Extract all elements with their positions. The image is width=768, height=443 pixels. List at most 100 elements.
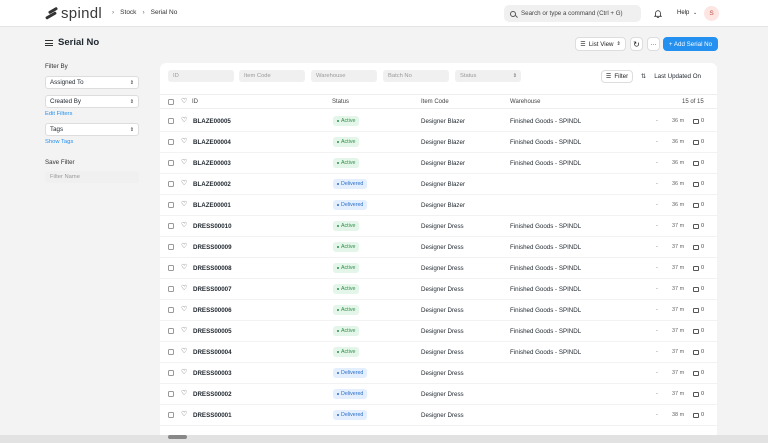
comment-count[interactable]: 0	[693, 160, 704, 166]
status-filter-select[interactable]: Status ⇕	[455, 70, 521, 82]
row-checkbox[interactable]	[168, 412, 174, 418]
row-id-link[interactable]: DRESS00002	[193, 391, 232, 398]
more-actions-button[interactable]: ···	[647, 37, 660, 51]
comment-count[interactable]: 0	[693, 202, 704, 208]
row-id-link[interactable]: BLAZE00005	[193, 118, 231, 125]
table-row[interactable]: ♡ BLAZE00005 Active Designer Blazer Finished…	[160, 111, 717, 132]
comment-count[interactable]: 0	[693, 286, 704, 292]
heart-icon[interactable]: ♡	[181, 285, 187, 292]
row-checkbox[interactable]	[168, 118, 174, 124]
sort-selector[interactable]: ⇅ Last Updated On	[641, 73, 701, 80]
comment-count[interactable]: 0	[693, 412, 704, 418]
row-id-link[interactable]: BLAZE00002	[193, 181, 231, 188]
table-row[interactable]: ♡ BLAZE00001 Delivered Designer Blazer - 36 m…	[160, 195, 717, 216]
show-tags-link[interactable]: Show Tags	[45, 139, 139, 145]
scrollbar-thumb[interactable]	[168, 435, 187, 439]
table-row[interactable]: ♡ DRESS00008 Active Designer Dress Finished …	[160, 258, 717, 279]
comment-count[interactable]: 0	[693, 328, 704, 334]
table-row[interactable]: ♡ DRESS00001 Delivered Designer Dress - 38 m 0	[160, 405, 717, 426]
help-dropdown[interactable]: Help ⌄	[677, 10, 697, 16]
row-id-link[interactable]: BLAZE00003	[193, 160, 231, 167]
row-id-link[interactable]: BLAZE00001	[193, 202, 231, 209]
heart-icon[interactable]: ♡	[181, 138, 187, 145]
table-row[interactable]: ♡ DRESS00004 Active Designer Dress Finished …	[160, 342, 717, 363]
heart-icon[interactable]: ♡	[181, 369, 187, 376]
breadcrumb-stock[interactable]: Stock	[120, 9, 136, 16]
row-checkbox[interactable]	[168, 307, 174, 313]
bell-icon[interactable]	[654, 9, 662, 18]
row-id-link[interactable]: DRESS00008	[193, 265, 232, 272]
id-filter-input[interactable]: ID	[168, 70, 234, 82]
comment-count[interactable]: 0	[693, 181, 704, 187]
row-checkbox[interactable]	[168, 160, 174, 166]
breadcrumb-serial-no[interactable]: Serial No	[151, 9, 178, 16]
table-row[interactable]: ♡ BLAZE00004 Active Designer Blazer Finished…	[160, 132, 717, 153]
row-checkbox[interactable]	[168, 139, 174, 145]
comment-count[interactable]: 0	[693, 223, 704, 229]
row-checkbox[interactable]	[168, 349, 174, 355]
heart-icon[interactable]: ♡	[181, 264, 187, 271]
table-row[interactable]: ♡ DRESS00005 Active Designer Dress Finished …	[160, 321, 717, 342]
comment-count[interactable]: 0	[693, 139, 704, 145]
row-id-link[interactable]: DRESS00004	[193, 349, 232, 356]
comment-count[interactable]: 0	[693, 307, 704, 313]
heart-icon[interactable]: ♡	[181, 201, 187, 208]
row-checkbox[interactable]	[168, 244, 174, 250]
item-code-filter-input[interactable]: Item Code	[239, 70, 305, 82]
comment-count[interactable]: 0	[693, 265, 704, 271]
comment-count[interactable]: 0	[693, 118, 704, 124]
edit-filters-link[interactable]: Edit Filters	[45, 111, 139, 117]
table-row[interactable]: ♡ DRESS00006 Active Designer Dress Finished …	[160, 300, 717, 321]
avatar[interactable]: S	[704, 6, 719, 21]
menu-icon[interactable]	[45, 40, 53, 46]
heart-icon[interactable]: ♡	[181, 98, 187, 105]
table-row[interactable]: ♡ DRESS00002 Delivered Designer Dress - 37 m 0	[160, 384, 717, 405]
list-view-switcher[interactable]: ☰ List View ⇕	[575, 37, 626, 51]
comment-count[interactable]: 0	[693, 391, 704, 397]
heart-icon[interactable]: ♡	[181, 390, 187, 397]
row-checkbox[interactable]	[168, 181, 174, 187]
heart-icon[interactable]: ♡	[181, 411, 187, 418]
row-checkbox[interactable]	[168, 370, 174, 376]
heart-icon[interactable]: ♡	[181, 180, 187, 187]
heart-icon[interactable]: ♡	[181, 306, 187, 313]
row-id-link[interactable]: DRESS00006	[193, 307, 232, 314]
heart-icon[interactable]: ♡	[181, 243, 187, 250]
row-checkbox[interactable]	[168, 202, 174, 208]
table-row[interactable]: ♡ DRESS00003 Delivered Designer Dress - 37 m 0	[160, 363, 717, 384]
row-id-link[interactable]: DRESS00001	[193, 412, 232, 419]
filter-button[interactable]: ☰ Filter	[601, 70, 633, 83]
heart-icon[interactable]: ♡	[181, 348, 187, 355]
row-id-link[interactable]: DRESS00007	[193, 286, 232, 293]
row-checkbox[interactable]	[168, 265, 174, 271]
refresh-button[interactable]: ↻	[630, 37, 643, 51]
heart-icon[interactable]: ♡	[181, 159, 187, 166]
heart-icon[interactable]: ♡	[181, 222, 187, 229]
tags-select[interactable]: Tags ⇕	[45, 123, 139, 136]
table-row[interactable]: ♡ DRESS00010 Active Designer Dress Finished …	[160, 216, 717, 237]
app-logo[interactable]: spindl	[45, 5, 102, 22]
batch-no-filter-input[interactable]: Batch No	[383, 70, 449, 82]
row-checkbox[interactable]	[168, 286, 174, 292]
row-id-link[interactable]: DRESS00005	[193, 328, 232, 335]
created-by-select[interactable]: Created By ⇕	[45, 95, 139, 108]
row-checkbox[interactable]	[168, 391, 174, 397]
comment-count[interactable]: 0	[693, 370, 704, 376]
filter-name-input[interactable]: Filter Name	[45, 171, 139, 183]
row-id-link[interactable]: DRESS00003	[193, 370, 232, 377]
row-id-link[interactable]: DRESS00010	[193, 223, 232, 230]
table-row[interactable]: ♡ DRESS00009 Active Designer Dress Finished …	[160, 237, 717, 258]
comment-count[interactable]: 0	[693, 349, 704, 355]
add-serial-no-button[interactable]: + Add Serial No	[663, 37, 718, 51]
warehouse-filter-input[interactable]: Warehouse	[311, 70, 377, 82]
table-row[interactable]: ♡ BLAZE00002 Delivered Designer Blazer - 36 m…	[160, 174, 717, 195]
row-id-link[interactable]: DRESS00009	[193, 244, 232, 251]
table-row[interactable]: ♡ DRESS00007 Active Designer Dress Finished …	[160, 279, 717, 300]
comment-count[interactable]: 0	[693, 244, 704, 250]
heart-icon[interactable]: ♡	[181, 327, 187, 334]
select-all-checkbox[interactable]	[168, 99, 174, 105]
horizontal-scrollbar[interactable]	[0, 435, 768, 443]
awesomebar-search-input[interactable]: Search or type a command (Ctrl + G)	[504, 5, 641, 22]
row-id-link[interactable]: BLAZE00004	[193, 139, 231, 146]
heart-icon[interactable]: ♡	[181, 117, 187, 124]
